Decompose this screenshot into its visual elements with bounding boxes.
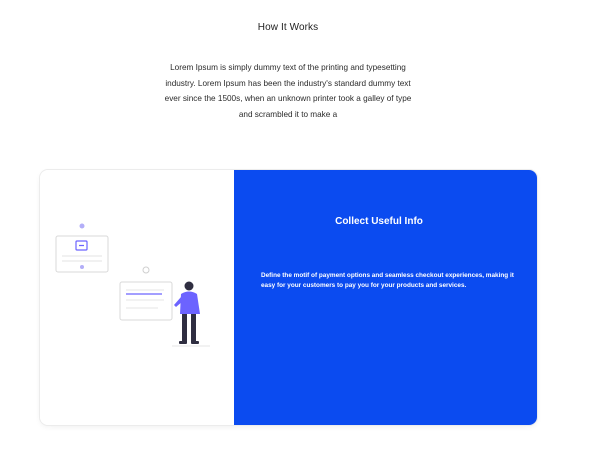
illustration-area — [40, 170, 234, 425]
ring-icon — [142, 266, 150, 274]
section-title: How It Works — [257, 22, 319, 33]
feature-card: Collect Useful Info Define the motif of … — [40, 170, 537, 425]
panel-title: Collect Useful Info — [335, 216, 423, 227]
dot-icon — [79, 223, 85, 229]
person-with-forms-illustration-icon — [55, 223, 210, 347]
how-it-works-page: How It Works Lorem Ipsum is simply dummy… — [0, 0, 616, 463]
person-figure-icon — [172, 281, 210, 347]
intro-paragraph: Lorem Ipsum is simply dummy text of the … — [164, 63, 412, 119]
form-card-large — [119, 281, 173, 321]
panel-description: Define the motif of payment options and … — [261, 272, 514, 289]
dot-icon — [80, 265, 84, 269]
info-panel: Collect Useful Info Define the motif of … — [234, 170, 537, 425]
